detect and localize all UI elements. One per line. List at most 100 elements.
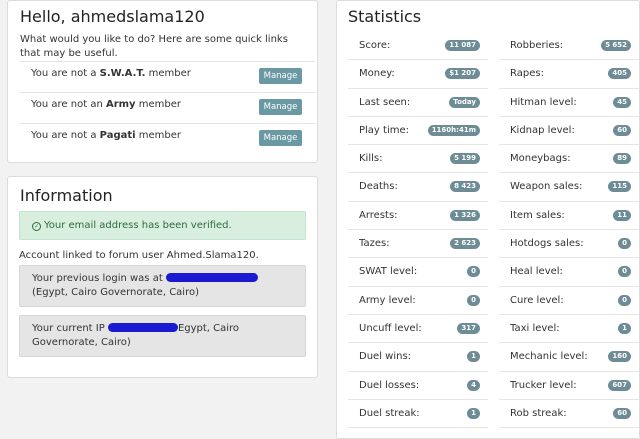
stat-value-badge: $1 207: [445, 68, 480, 80]
stat-value-badge: 0: [467, 266, 480, 278]
stat-row: Uncuff level: 317: [348, 315, 488, 344]
stat-row: Play time: 1160h:41m: [348, 117, 488, 146]
stat-row: Mechanic level: 160: [499, 343, 639, 372]
stat-row: Rapes: 405: [499, 60, 639, 89]
stat-label: Weapon sales:: [510, 181, 583, 193]
stat-row: Rob streak: 60: [499, 400, 639, 429]
stat-row: Kills: 5 199: [348, 145, 488, 174]
stat-label: Deaths:: [359, 181, 398, 193]
stat-label: Last seen:: [359, 96, 411, 108]
stats-right-column: Robberies: 5 652 Rapes: 405 Hitman level: 45 K…: [499, 32, 639, 429]
stat-value-badge: 8 423: [450, 181, 480, 193]
stat-value-badge: 1: [467, 407, 480, 419]
stat-value-badge: 405: [608, 68, 631, 80]
statistics-title: Statistics: [348, 7, 422, 26]
stat-value-badge: 4: [467, 379, 480, 391]
stat-label: Duel streak:: [359, 407, 420, 419]
stat-row: Score: 11 087: [348, 32, 488, 61]
group-name: S.W.A.T.: [99, 68, 146, 79]
stat-value-badge: 607: [608, 379, 631, 391]
stat-label: Arrests:: [359, 209, 398, 221]
stat-value-badge: 317: [457, 322, 480, 334]
stat-value-badge: 60: [613, 124, 631, 136]
stat-label: Kills:: [359, 153, 383, 165]
hello-card: Hello, ahmedslama120 What would you like…: [7, 0, 318, 163]
stat-value-badge: 0: [618, 238, 631, 250]
stat-label: Rob streak:: [510, 407, 567, 419]
stat-row: Kidnap level: 60: [499, 117, 639, 146]
stat-label: Kidnap level:: [510, 124, 575, 136]
stat-value-badge: 1 326: [450, 209, 480, 221]
stat-label: Uncuff level:: [359, 322, 422, 334]
stat-value-badge: 115: [608, 181, 631, 193]
stat-label: Rapes:: [510, 68, 544, 80]
stat-label: Duel losses:: [359, 379, 420, 391]
manage-swat-button[interactable]: Manage: [259, 68, 302, 84]
email-verified-alert: ✓ Your email address has been verified.: [19, 211, 306, 240]
stat-value-badge: 45: [613, 96, 631, 108]
stat-row: Taxi level: 1: [499, 315, 639, 344]
stat-row: Item sales: 11: [499, 202, 639, 231]
stat-row: Deaths: 8 423: [348, 173, 488, 202]
stat-value-badge: 1: [467, 351, 480, 363]
stat-value-badge: 1: [618, 322, 631, 334]
stat-label: Item sales:: [510, 209, 565, 221]
statistics-card: Statistics Score: 11 087 Money: $1 207 Last …: [336, 0, 640, 439]
membership-row-pagati: You are not a Pagati member Manage: [20, 123, 315, 154]
stat-row: Army level: 0: [348, 287, 488, 315]
information-title: Information: [20, 186, 113, 205]
current-ip-box: Your current IP Egypt, Cairo Governorate…: [19, 315, 306, 357]
stat-row: Heal level: 0: [499, 258, 639, 287]
stat-label: Robberies:: [510, 40, 564, 51]
stats-left-column: Score: 11 087 Money: $1 207 Last seen: Today P…: [348, 32, 488, 429]
stat-label: Cure level:: [510, 294, 564, 306]
stat-label: SWAT level:: [359, 266, 418, 278]
stat-value-badge: 5 652: [601, 40, 631, 51]
stat-value-badge: 11 087: [445, 40, 480, 51]
stat-value-badge: 160: [608, 351, 631, 363]
manage-army-button[interactable]: Manage: [259, 99, 302, 115]
information-card: Information ✓ Your email address has been…: [7, 176, 318, 378]
stat-label: Score:: [359, 40, 391, 51]
intro-text: What would you like to do? Here are some…: [20, 34, 288, 59]
stat-value-badge: 0: [618, 266, 631, 278]
stat-value-badge: 2 623: [450, 238, 480, 250]
previous-login-box: Your previous login was at (Egypt, Cairo…: [19, 265, 306, 307]
stat-label: Trucker level:: [510, 379, 577, 391]
stat-label: Hitman level:: [510, 96, 577, 108]
stat-row: Duel streak: 1: [348, 400, 488, 429]
stat-value-badge: 1160h:41m: [427, 124, 480, 136]
stat-row: Duel wins: 1: [348, 343, 488, 372]
redaction-mark: [165, 273, 258, 282]
stat-label: Mechanic level:: [510, 351, 588, 363]
stat-row: Money: $1 207: [348, 60, 488, 89]
membership-text: You are not a Pagati member: [31, 130, 182, 141]
stat-value-badge: 89: [613, 153, 631, 165]
manage-pagati-button[interactable]: Manage: [259, 130, 302, 146]
stat-label: Duel wins:: [359, 351, 412, 363]
stat-value-badge: 0: [618, 294, 631, 306]
hello-title: Hello, ahmedslama120: [20, 7, 205, 26]
stat-row: Weapon sales: 115: [499, 173, 639, 202]
stat-value-badge: Today: [449, 96, 480, 108]
stat-row: Moneybags: 89: [499, 145, 639, 174]
stat-label: Heal level:: [510, 266, 563, 278]
membership-row-swat: You are not a S.W.A.T. member Manage: [20, 61, 315, 92]
stat-label: Money:: [359, 68, 395, 80]
stat-label: Play time:: [359, 124, 409, 136]
check-circle-icon: ✓: [32, 222, 41, 231]
stat-row: SWAT level: 0: [348, 258, 488, 287]
stat-row: Last seen: Today: [348, 89, 488, 117]
stat-value-badge: 60: [613, 407, 631, 419]
stat-row: Duel losses: 4: [348, 372, 488, 400]
stat-row: Tazes: 2 623: [348, 230, 488, 259]
membership-text: You are not an Army member: [31, 99, 182, 110]
verified-text: Your email address has been verified.: [44, 220, 232, 231]
group-name: Pagati: [99, 130, 136, 141]
stat-value-badge: 11: [613, 209, 631, 221]
stat-row: Robberies: 5 652: [499, 32, 639, 61]
stat-row: Cure level: 0: [499, 287, 639, 315]
stat-value-badge: 5 199: [450, 153, 480, 165]
stat-label: Moneybags:: [510, 153, 571, 165]
group-name: Army: [105, 99, 136, 110]
